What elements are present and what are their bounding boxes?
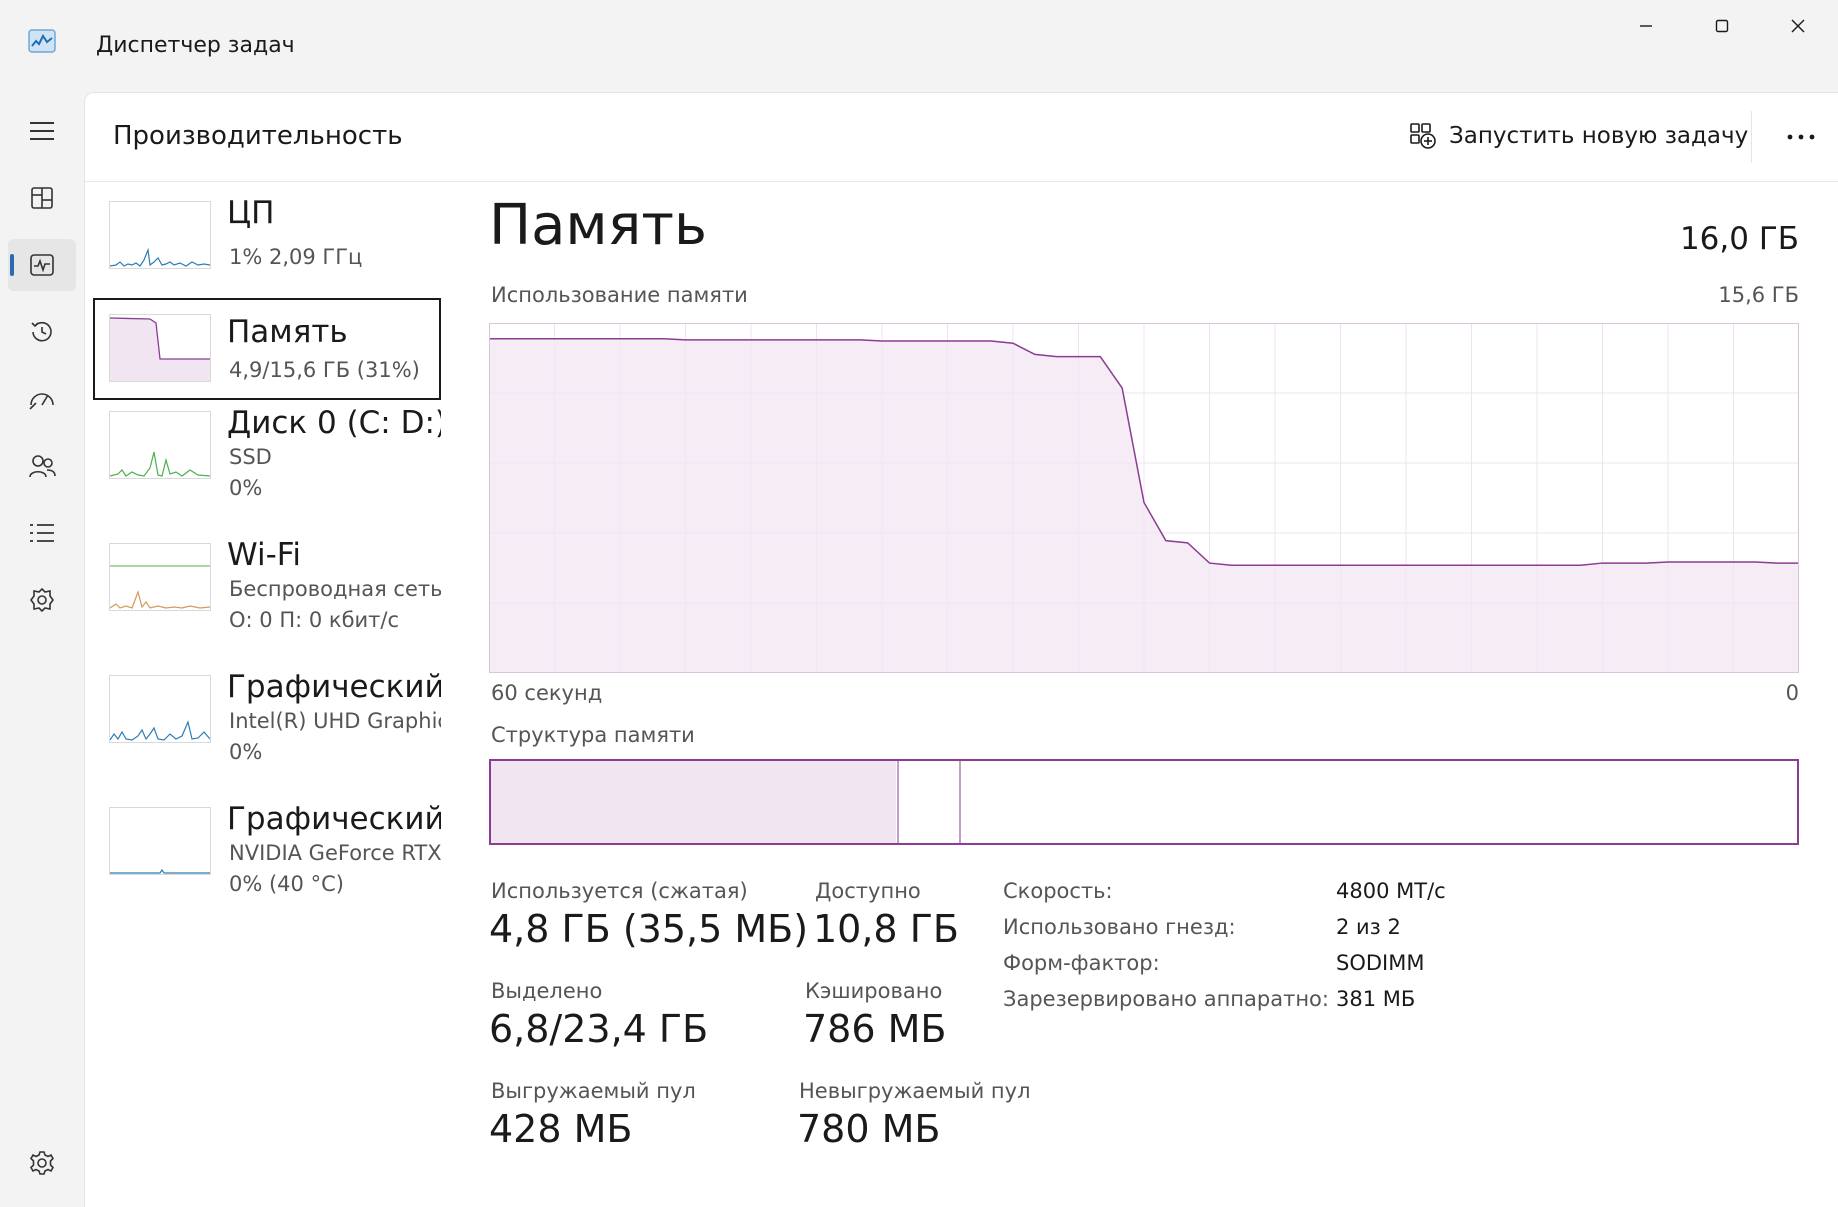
services-icon <box>30 587 54 613</box>
nav-services[interactable] <box>8 574 76 626</box>
more-options-button[interactable] <box>1775 115 1827 159</box>
run-new-task-button[interactable]: Запустить новую задачу <box>1409 111 1748 161</box>
usage-max-label: 15,6 ГБ <box>1718 283 1799 307</box>
paged-pool-label: Выгружаемый пул <box>491 1079 696 1103</box>
title-bar: Диспетчер задач <box>0 0 1838 92</box>
composition-standby-divider <box>959 761 961 843</box>
device-stat: О: 0 П: 0 кбит/с <box>229 608 400 632</box>
app-history-icon <box>31 321 52 342</box>
menu-icon <box>30 122 54 140</box>
device-model: Intel(R) UHD Graphic <box>229 709 441 733</box>
prop-slots-value: 2 из 2 <box>1336 915 1401 939</box>
users-icon <box>29 455 56 478</box>
device-gpu-1[interactable]: Графический г NVIDIA GeForce RTX 0% (40 … <box>93 799 441 901</box>
page-header: Производительность Запустить новую задач… <box>85 93 1838 182</box>
device-type: Беспроводная сеть <box>229 577 441 601</box>
device-name: Графический г <box>227 801 441 837</box>
device-model: NVIDIA GeForce RTX <box>229 841 441 865</box>
device-name: Wi-Fi <box>227 537 301 573</box>
nav-details[interactable] <box>8 507 76 559</box>
nav-settings[interactable] <box>8 1137 76 1189</box>
device-name: Память <box>227 314 348 350</box>
device-stat: 0% <box>229 476 263 500</box>
device-gpu-0[interactable]: Графический г Intel(R) UHD Graphic 0% <box>93 667 441 769</box>
maximize-icon <box>1715 19 1729 33</box>
device-stat: 1% 2,09 ГГц <box>229 245 363 269</box>
device-memory[interactable]: Память 4,9/15,6 ГБ (31%) <box>93 298 441 400</box>
prop-slots-label: Использовано гнезд: <box>1003 915 1236 939</box>
memory-composition-bar <box>489 759 1799 845</box>
prop-form-factor-label: Форм-фактор: <box>1003 951 1160 975</box>
device-name: Диск 0 (C: D:) <box>227 405 441 441</box>
minimize-icon <box>1640 25 1652 27</box>
run-task-label: Запустить новую задачу <box>1449 123 1749 149</box>
prop-speed-label: Скорость: <box>1003 879 1113 903</box>
device-name: ЦП <box>227 195 275 231</box>
cpu-thumbnail <box>109 201 211 269</box>
device-stat: 4,9/15,6 ГБ (31%) <box>229 358 420 382</box>
disk-thumbnail <box>109 411 211 479</box>
close-icon <box>1791 19 1805 33</box>
device-type: SSD <box>229 445 272 469</box>
nonpaged-pool-label: Невыгружаемый пул <box>799 1079 1031 1103</box>
committed-label: Выделено <box>491 979 603 1003</box>
header-divider <box>1751 111 1752 163</box>
composition-in-use-segment <box>491 761 896 843</box>
time-axis-start-label: 60 секунд <box>491 681 603 705</box>
window-title: Диспетчер задач <box>96 33 295 58</box>
processes-icon <box>31 187 53 209</box>
device-stat: 0% <box>229 740 263 764</box>
paged-pool-value: 428 МБ <box>489 1107 633 1151</box>
memory-thumbnail <box>109 314 211 382</box>
committed-value: 6,8/23,4 ГБ <box>489 1007 709 1051</box>
in-use-label: Используется (сжатая) <box>491 879 748 903</box>
nonpaged-pool-value: 780 МБ <box>797 1107 941 1151</box>
wifi-thumbnail <box>109 543 211 611</box>
device-disk-0[interactable]: Диск 0 (C: D:) SSD 0% <box>93 403 441 505</box>
navigation-rail <box>0 92 84 1207</box>
nav-startup-apps[interactable] <box>8 373 76 425</box>
prop-speed-value: 4800 МТ/с <box>1336 879 1446 903</box>
device-stat: 0% (40 °C) <box>229 872 344 896</box>
settings-icon <box>30 1151 54 1175</box>
performance-icon <box>30 254 54 276</box>
nav-app-history[interactable] <box>8 306 76 358</box>
device-wifi[interactable]: Wi-Fi Беспроводная сеть О: 0 П: 0 кбит/с <box>93 535 441 637</box>
nav-processes[interactable] <box>8 172 76 224</box>
startup-apps-icon <box>29 393 54 410</box>
cached-label: Кэшировано <box>805 979 943 1003</box>
structure-label: Структура памяти <box>491 723 695 747</box>
memory-title: Память <box>489 193 707 258</box>
cached-value: 786 МБ <box>803 1007 947 1051</box>
close-button[interactable] <box>1760 0 1836 52</box>
gpu-0-thumbnail <box>109 675 211 743</box>
maximize-button[interactable] <box>1684 0 1760 52</box>
prop-form-factor-value: SODIMM <box>1336 951 1425 975</box>
available-label: Доступно <box>815 879 921 903</box>
in-use-value: 4,8 ГБ (35,5 МБ) <box>489 907 809 951</box>
content-pane: Производительность Запустить новую задач… <box>84 92 1838 1207</box>
device-cpu[interactable]: ЦП 1% 2,09 ГГц <box>93 193 441 295</box>
minimize-button[interactable] <box>1608 0 1684 52</box>
available-value: 10,8 ГБ <box>813 907 959 951</box>
nav-users[interactable] <box>8 440 76 492</box>
gpu-1-thumbnail <box>109 807 211 875</box>
run-task-icon <box>1410 123 1436 149</box>
prop-reserved-label: Зарезервировано аппаратно: <box>1003 987 1329 1011</box>
task-manager-app-icon <box>28 29 56 53</box>
memory-total: 16,0 ГБ <box>1679 221 1799 257</box>
nav-performance[interactable] <box>8 239 76 291</box>
device-name: Графический г <box>227 669 441 705</box>
prop-reserved-value: 381 МБ <box>1336 987 1416 1011</box>
composition-modified-segment <box>897 761 899 843</box>
page-title: Производительность <box>113 121 403 151</box>
nav-menu-button[interactable] <box>8 105 76 157</box>
memory-usage-chart <box>489 323 1799 673</box>
usage-label: Использование памяти <box>491 283 748 307</box>
details-icon <box>30 524 54 542</box>
time-axis-end-label: 0 <box>1785 681 1799 705</box>
more-icon <box>1787 134 1815 140</box>
